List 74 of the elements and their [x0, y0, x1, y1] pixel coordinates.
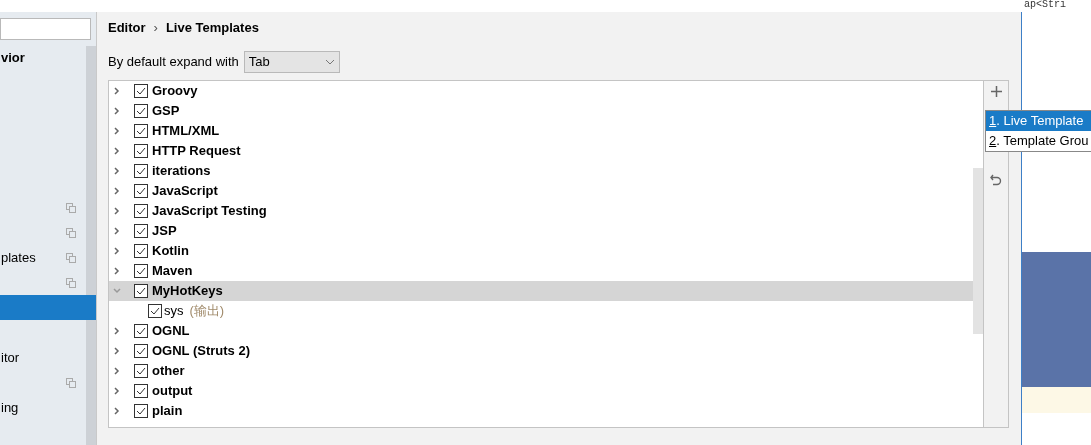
expand-label: By default expand with: [108, 53, 239, 72]
tree-row-highlight[interactable]: MyHotKeys: [109, 281, 973, 301]
chevron-right-icon[interactable]: [112, 406, 122, 416]
template-group[interactable]: output: [152, 381, 193, 401]
checkbox[interactable]: [134, 204, 148, 218]
chevron-right-icon[interactable]: [112, 126, 122, 136]
template-group[interactable]: OGNL: [152, 321, 190, 341]
scrollbar[interactable]: [86, 46, 96, 445]
scrollbar[interactable]: [973, 168, 983, 334]
template-group[interactable]: JavaScript Testing: [152, 201, 267, 221]
checkbox[interactable]: [134, 224, 148, 238]
template-group[interactable]: Kotlin: [152, 241, 189, 261]
breadcrumb-item: Live Templates: [165, 19, 259, 38]
template-group[interactable]: other: [152, 361, 185, 381]
template-group[interactable]: JSP: [152, 221, 177, 241]
checkbox[interactable]: [134, 264, 148, 278]
chevron-down-icon: [324, 59, 335, 65]
template-group[interactable]: MyHotKeys: [152, 281, 223, 301]
chevron-right-icon[interactable]: [112, 146, 122, 156]
checkbox[interactable]: [134, 284, 148, 298]
checkbox[interactable]: [134, 384, 148, 398]
template-group[interactable]: Maven: [152, 261, 193, 281]
checkbox[interactable]: [134, 344, 148, 358]
sidebar-item[interactable]: vior: [1, 47, 25, 68]
copy-icon: [66, 377, 76, 388]
template-group[interactable]: iterations: [152, 161, 211, 181]
sidebar-item[interactable]: itor: [1, 347, 20, 368]
breadcrumb-item: Editor: [108, 19, 146, 38]
chevron-right-icon[interactable]: [112, 246, 122, 256]
chevron-right-icon[interactable]: [112, 366, 122, 376]
checkbox[interactable]: [134, 244, 148, 258]
checkbox[interactable]: [148, 304, 162, 318]
checkbox[interactable]: [134, 184, 148, 198]
copy-icon: [66, 227, 76, 238]
code-text: ap<Stri: [1023, 0, 1067, 10]
chevron-right-icon[interactable]: [112, 166, 122, 176]
chevron-right-icon[interactable]: [112, 186, 122, 196]
template-group[interactable]: plain: [152, 401, 183, 421]
sidebar-item[interactable]: plates: [1, 247, 36, 268]
breadcrumb-separator: ›: [153, 19, 158, 38]
checkbox[interactable]: [134, 364, 148, 378]
copy-icon: [66, 252, 76, 263]
chevron-right-icon[interactable]: [112, 206, 122, 216]
template-group[interactable]: Groovy: [152, 81, 198, 101]
template-group[interactable]: JavaScript: [152, 181, 218, 201]
chevron-right-icon[interactable]: [112, 346, 122, 356]
chevron-right-icon[interactable]: [112, 386, 122, 396]
template-abbreviation[interactable]: sys: [164, 301, 184, 321]
search-field[interactable]: [0, 18, 91, 40]
template-group[interactable]: GSP: [152, 101, 180, 121]
expand-dropdown[interactable]: Tab: [243, 51, 340, 73]
template-description: (输出): [189, 302, 225, 321]
template-group[interactable]: OGNL (Struts 2): [152, 341, 250, 361]
add-icon[interactable]: [990, 86, 1002, 97]
copy-icon: [66, 277, 76, 288]
undo-icon[interactable]: [990, 174, 1002, 186]
chevron-right-icon[interactable]: [112, 266, 122, 276]
chevron-right-icon[interactable]: [112, 86, 122, 96]
checkbox[interactable]: [134, 164, 148, 178]
checkbox[interactable]: [134, 324, 148, 338]
checkbox[interactable]: [134, 104, 148, 118]
chevron-right-icon[interactable]: [112, 106, 122, 116]
template-group[interactable]: HTML/XML: [152, 121, 220, 141]
menu-item[interactable]: 1. Live Template: [986, 111, 1091, 131]
checkbox[interactable]: [134, 84, 148, 98]
template-group[interactable]: HTTP Request: [152, 141, 241, 161]
chevron-right-icon[interactable]: [112, 226, 122, 236]
checkbox[interactable]: [134, 124, 148, 138]
menu-item[interactable]: 2. Template Grou: [986, 131, 1091, 151]
sidebar-item[interactable]: ing: [1, 397, 19, 418]
copy-icon: [66, 202, 76, 213]
chevron-right-icon[interactable]: [112, 326, 122, 336]
checkbox[interactable]: [134, 404, 148, 418]
checkbox[interactable]: [134, 144, 148, 158]
